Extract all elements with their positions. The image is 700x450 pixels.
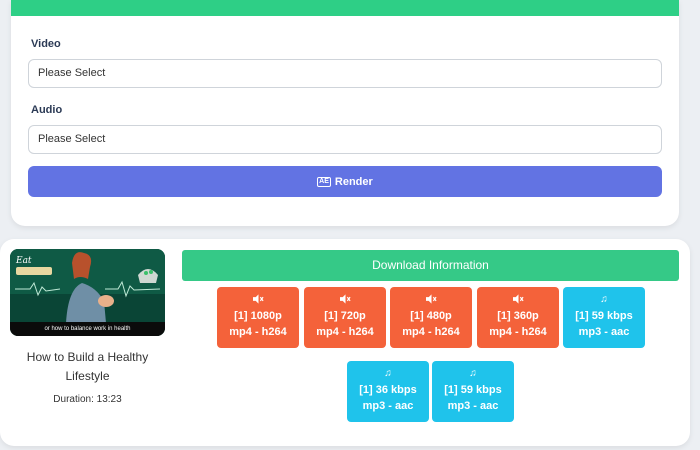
render-icon: AE (317, 176, 331, 187)
video-title: How to Build a Healthy Lifestyle (26, 350, 149, 383)
render-button[interactable]: AE Render (28, 166, 662, 197)
video-select-value: Please Select (38, 67, 106, 79)
audio-select-value: Please Select (38, 133, 106, 145)
download-audio-36kbps-button[interactable]: ♫ [1] 36 kbps mp3 - aac (347, 361, 429, 422)
audio-select[interactable]: Please Select (28, 125, 662, 154)
format-quality: [1] 360p (497, 310, 539, 322)
music-note-icon: ♫ (600, 294, 608, 305)
audio-label: Audio (31, 104, 63, 116)
volume-mute-icon (477, 294, 559, 308)
video-select[interactable]: Please Select (28, 59, 662, 88)
download-360p-button[interactable]: [1] 360p mp4 - h264 (477, 287, 559, 348)
format-codec: mp4 - h264 (229, 326, 287, 338)
format-codec: mp4 - h264 (402, 326, 460, 338)
volume-mute-icon (304, 294, 386, 308)
video-duration: Duration: 13:23 (53, 394, 122, 405)
download-audio-59kbps-button-2[interactable]: ♫ [1] 59 kbps mp3 - aac (432, 361, 514, 422)
format-quality: [1] 59 kbps (444, 384, 502, 396)
format-quality: [1] 36 kbps (359, 384, 417, 396)
volume-mute-icon (217, 294, 299, 308)
volume-mute-icon (390, 294, 472, 308)
format-quality: [1] 480p (410, 310, 452, 322)
thumbnail-caption: or how to balance work in health (10, 322, 165, 336)
music-note-icon: ♫ (384, 368, 392, 379)
download-audio-59kbps-button[interactable]: ♫ [1] 59 kbps mp3 - aac (563, 287, 645, 348)
video-thumbnail[interactable]: Eat or how to balance work in health (10, 249, 165, 336)
format-codec: mp4 - h264 (489, 326, 547, 338)
format-codec: mp3 - aac (362, 400, 414, 412)
format-codec: mp3 - aac (447, 400, 499, 412)
download-480p-button[interactable]: [1] 480p mp4 - h264 (390, 287, 472, 348)
video-label: Video (31, 38, 61, 50)
format-quality: [1] 720p (324, 310, 366, 322)
top-accent-bar (11, 0, 679, 16)
format-quality: [1] 1080p (234, 310, 282, 322)
render-form-card: Video Please Select Audio Please Select … (11, 0, 679, 226)
video-info-card: Eat or how to balance work in health How… (0, 239, 690, 446)
format-quality: [1] 59 kbps (575, 310, 633, 322)
music-note-icon: ♫ (469, 368, 477, 379)
download-720p-button[interactable]: [1] 720p mp4 - h264 (304, 287, 386, 348)
render-button-label: Render (334, 175, 373, 188)
download-info-header: Download Information (182, 250, 679, 281)
download-1080p-button[interactable]: [1] 1080p mp4 - h264 (217, 287, 299, 348)
svg-text:Eat: Eat (15, 256, 32, 266)
format-codec: mp4 - h264 (316, 326, 374, 338)
format-codec: mp3 - aac (578, 326, 630, 338)
